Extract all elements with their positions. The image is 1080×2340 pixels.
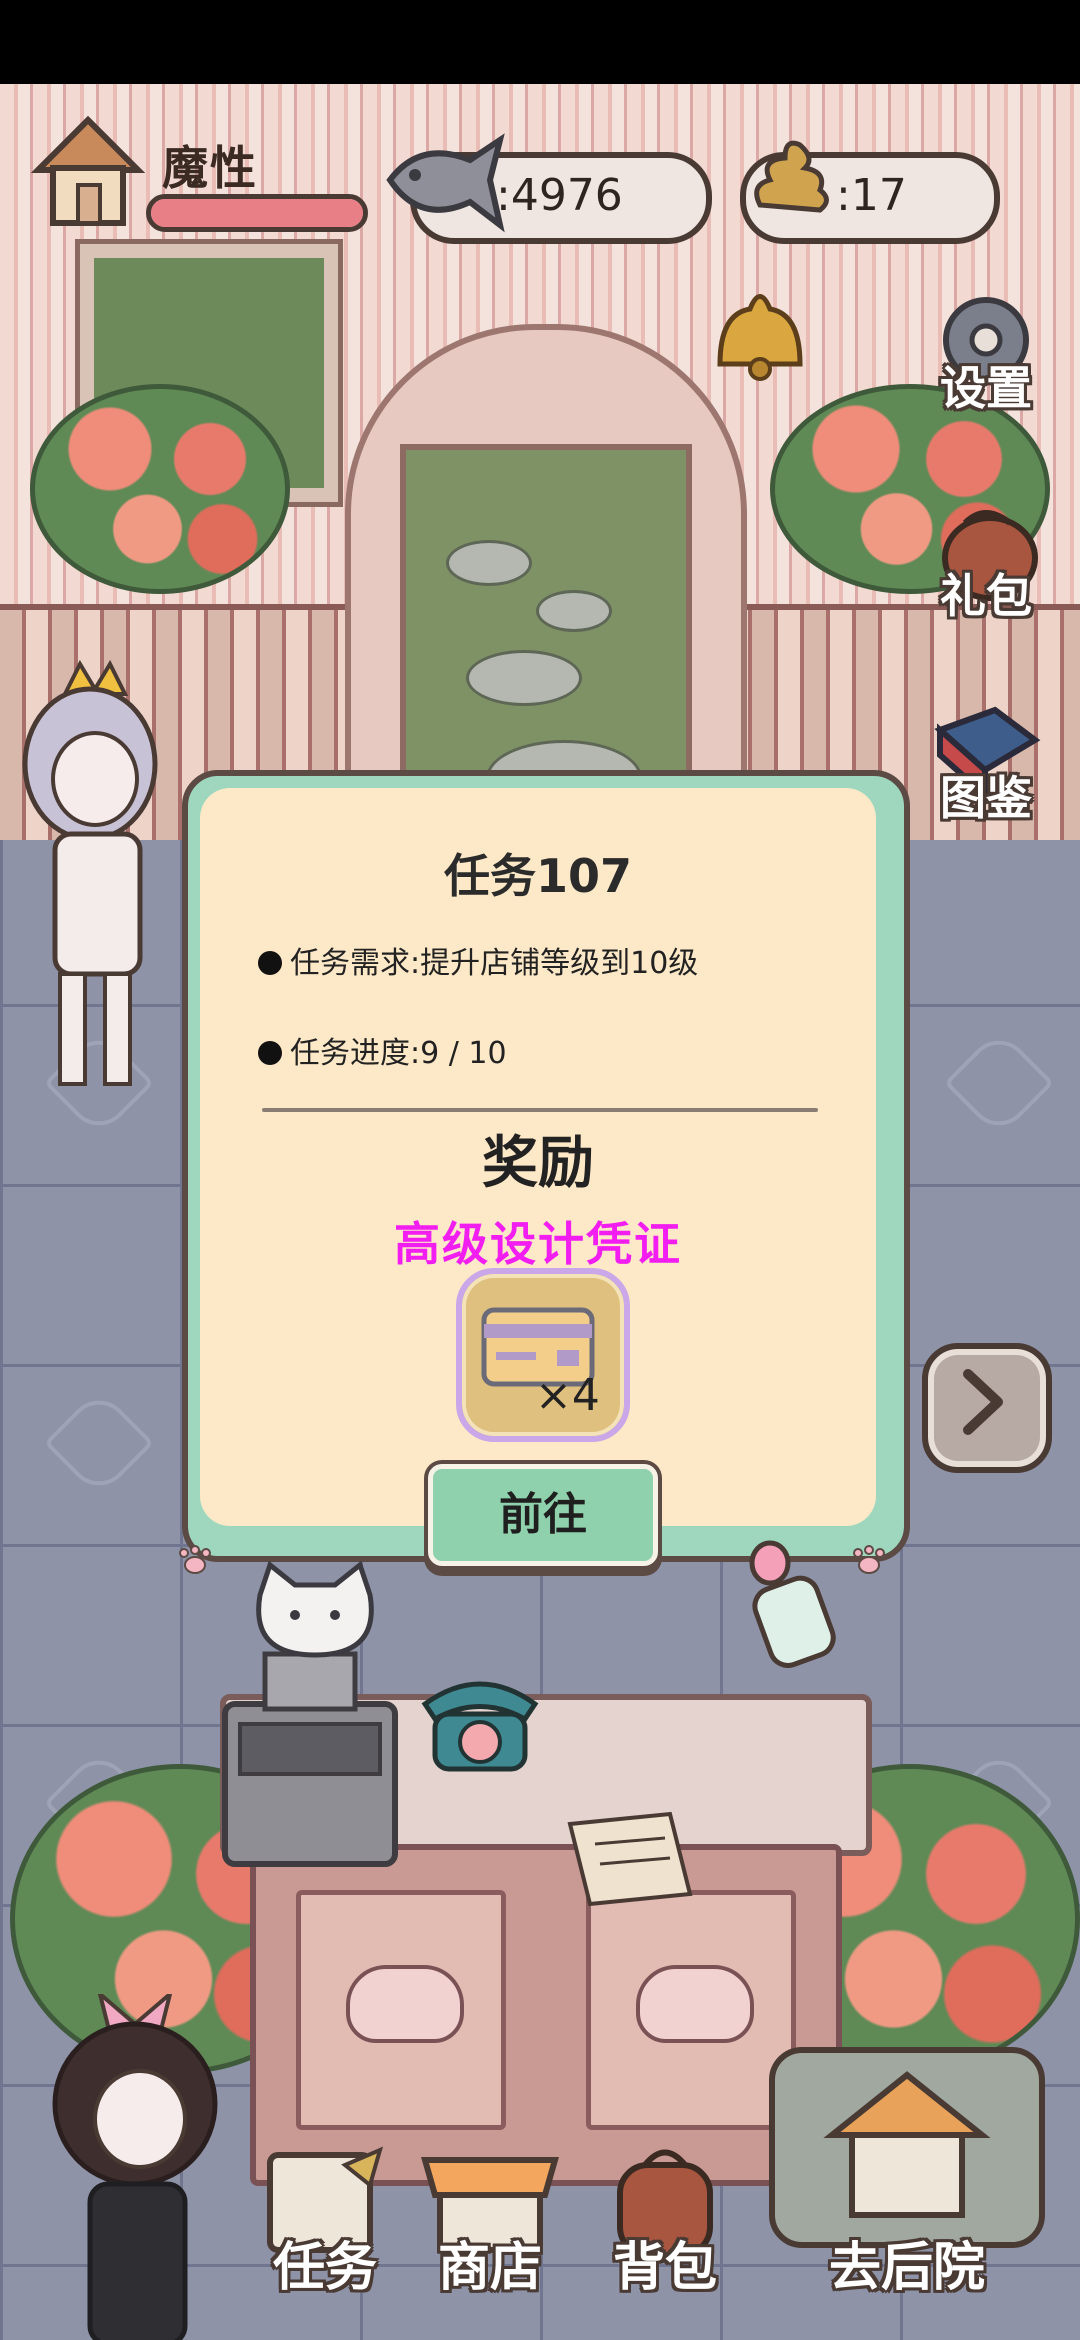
dialog-divider [262, 1108, 818, 1112]
settings-label: 设置 [940, 361, 1032, 415]
poop-icon [754, 140, 829, 213]
tasks-nav-button[interactable]: 任务 [250, 2140, 400, 2300]
milk-bottle-icon [749, 1540, 836, 1668]
collection-label: 图鉴 [940, 771, 1032, 825]
paw-icon [179, 1545, 211, 1574]
task-progress-row: 任务进度:9 / 10 [258, 1028, 507, 1072]
task-requirement: 任务需求:提升店铺等级到10级 [290, 946, 699, 981]
shopkeeper-character [52, 1994, 218, 2340]
shop-nav-label: 商店 [437, 2238, 542, 2298]
backyard-nav-label: 去后院 [828, 2238, 985, 2298]
backyard-nav-button[interactable]: 去后院 [762, 2040, 1052, 2300]
reward-item-name: 高级设计凭证 [394, 1217, 682, 1271]
settings-button[interactable]: 设置 [925, 290, 1047, 415]
bullet-icon [258, 1041, 282, 1065]
reward-heading: 奖励 [482, 1131, 594, 1196]
task-requirement-row: 任务需求:提升店铺等级到10级 [258, 938, 698, 982]
bullet-icon [258, 951, 282, 975]
fish-currency-value: :4976 [496, 170, 623, 221]
player-name: 魔性 [162, 141, 258, 195]
task-title: 任务107 [443, 849, 633, 903]
papers [567, 1811, 693, 1907]
gift-pack-label: 礼包 [940, 569, 1032, 623]
player-hp-fill [151, 199, 363, 227]
collection-button[interactable]: 图鉴 [925, 700, 1047, 825]
go-button[interactable]: 前往 [428, 1464, 658, 1566]
next-arrow-button[interactable] [922, 1343, 1052, 1473]
home-house-icon[interactable] [28, 110, 148, 230]
poop-currency-value: :17 [836, 170, 907, 221]
fish-icon [386, 133, 505, 233]
bag-nav-label: 背包 [612, 2238, 717, 2298]
flower-bush [30, 384, 290, 594]
bag-nav-button[interactable]: 背包 [590, 2140, 740, 2300]
cash-register [222, 1651, 398, 1867]
backyard-house-icon [769, 2047, 1045, 2248]
paw-icon [853, 1545, 885, 1574]
reward-item-quantity: ×4 [535, 1370, 600, 1421]
counter-cabinet [250, 1844, 842, 2186]
shop-nav-button[interactable]: 商店 [415, 2140, 565, 2300]
cat-mascot-icon [256, 1560, 374, 1658]
prince-character [22, 659, 158, 1086]
player-hp-bar [146, 194, 368, 232]
task-progress: 任务进度:9 / 10 [290, 1036, 507, 1071]
chevron-right-icon [963, 1369, 1003, 1435]
tasks-nav-label: 任务 [272, 2238, 377, 2298]
telephone [421, 1681, 539, 1772]
gift-pack-button[interactable]: 礼包 [925, 498, 1047, 623]
bell-icon [717, 294, 803, 381]
